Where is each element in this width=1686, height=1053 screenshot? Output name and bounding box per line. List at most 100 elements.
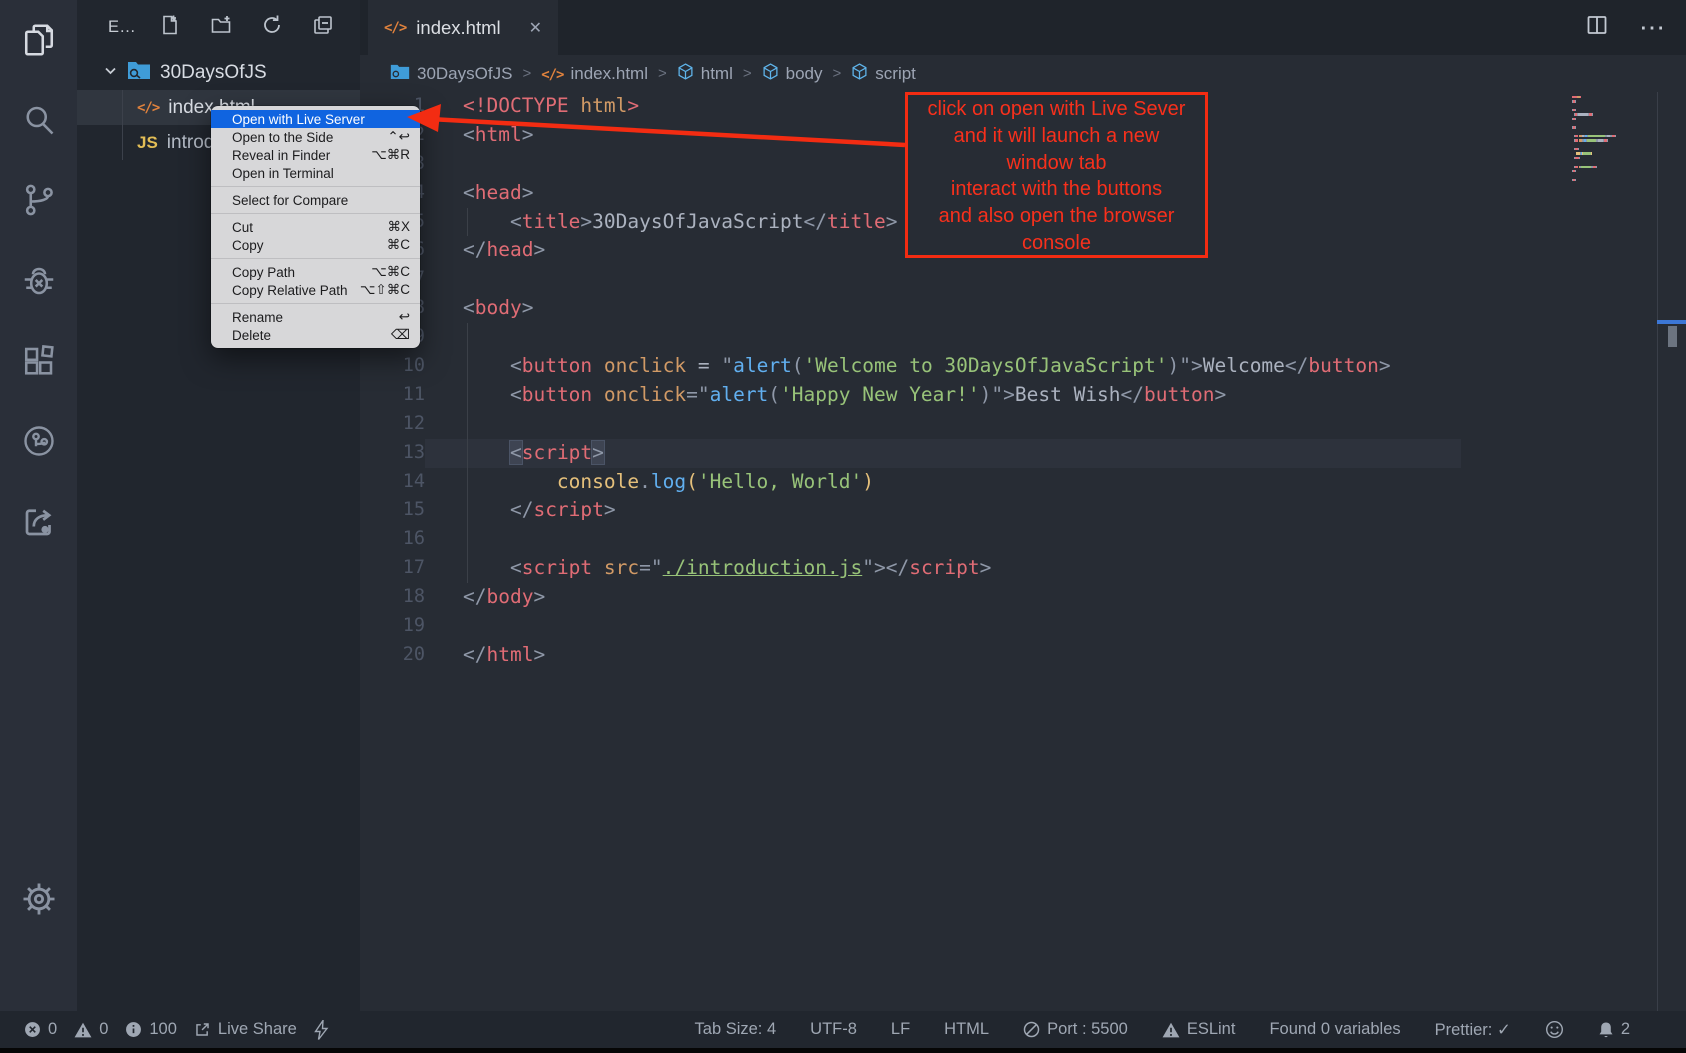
menu-item-shortcut: ↩	[399, 309, 410, 325]
code-line[interactable]: 17 <script src="./introduction.js"></scr…	[360, 554, 1686, 583]
context-menu-item[interactable]: Select for Compare	[211, 191, 420, 209]
code-text: console.log('Hello, World')	[425, 468, 874, 497]
breadcrumb-item[interactable]: body	[762, 63, 823, 85]
status-item-0[interactable]: 0	[74, 1020, 108, 1039]
menu-item-label: Cut	[232, 220, 253, 235]
breadcrumb-item[interactable]: script	[851, 63, 916, 85]
status-item-label: 2	[1621, 1020, 1630, 1039]
window-bottom-edge	[0, 1048, 1686, 1053]
line-number: 20	[360, 641, 425, 670]
split-editor-icon[interactable]	[1585, 13, 1609, 42]
smiley-icon	[1545, 1020, 1564, 1039]
code-text: <script>	[425, 439, 604, 468]
live-share-icon[interactable]	[0, 492, 77, 552]
breadcrumb-item[interactable]: html	[677, 63, 733, 85]
code-line[interactable]: 13 <script>	[360, 439, 1686, 468]
tab-index-html[interactable]: </> index.html ✕	[368, 0, 558, 55]
status-item-html[interactable]: HTML	[944, 1020, 989, 1039]
context-menu-item[interactable]: Copy Relative Path⌥⇧⌘C	[211, 281, 420, 299]
context-menu-item[interactable]: Open to the Side⌃↩	[211, 128, 420, 146]
code-line[interactable]: 7	[360, 265, 1686, 294]
settings-gear-icon[interactable]	[0, 869, 77, 929]
status-item-100[interactable]: 100	[125, 1020, 177, 1039]
line-number: 18	[360, 583, 425, 612]
context-menu-item[interactable]: Copy Path⌥⌘C	[211, 263, 420, 281]
status-item-found-0-variables[interactable]: Found 0 variables	[1269, 1020, 1400, 1039]
code-text: <!DOCTYPE html>	[425, 92, 639, 121]
status-item-port-5500[interactable]: Port : 5500	[1023, 1020, 1128, 1039]
code-line[interactable]: 15 </script>	[360, 496, 1686, 525]
gitlens-icon[interactable]	[0, 411, 77, 471]
breadcrumb-label: html	[701, 64, 733, 84]
context-menu-item[interactable]: Copy⌘C	[211, 236, 420, 254]
status-bar: 00 100 Live Share Tab Size: 4 UTF-8 LF HTML Po…	[0, 1011, 1686, 1048]
context-menu-item[interactable]: Reveal in Finder⌥⌘R	[211, 146, 420, 164]
info-icon	[125, 1021, 142, 1038]
status-item-label: Tab Size: 4	[695, 1020, 777, 1039]
status-item-label: LF	[891, 1020, 910, 1039]
context-menu-item[interactable]: Rename ↩	[211, 308, 420, 326]
code-text	[425, 265, 463, 294]
breadcrumb-item[interactable]: </>index.html	[541, 64, 648, 84]
tree-item-folder-root[interactable]: 30DaysOfJS	[77, 55, 360, 90]
code-line[interactable]: 12	[360, 410, 1686, 439]
overview-ruler-divider	[1657, 92, 1658, 1011]
explorer-header: E…	[77, 0, 360, 55]
status-item-0[interactable]: 0	[24, 1020, 57, 1039]
code-line[interactable]: 14 console.log('Hello, World')	[360, 468, 1686, 497]
status-item-eslint[interactable]: ESLint	[1162, 1020, 1236, 1039]
refresh-icon[interactable]	[261, 14, 283, 41]
bell-icon	[1598, 1021, 1614, 1039]
status-item-lf[interactable]: LF	[891, 1020, 910, 1039]
new-file-icon[interactable]	[159, 14, 181, 41]
source-control-icon[interactable]	[0, 170, 77, 230]
warning-icon	[1162, 1022, 1180, 1038]
status-item-prettier[interactable]: Prettier: ✓	[1435, 1020, 1511, 1040]
line-number: 15	[360, 496, 425, 525]
collapse-all-icon[interactable]	[312, 14, 334, 41]
indent-guide	[467, 525, 468, 554]
context-menu-item[interactable]: Open in Terminal	[211, 164, 420, 182]
context-menu-item[interactable]: Open with Live Server	[211, 110, 420, 128]
share-icon	[194, 1021, 211, 1038]
code-text	[425, 410, 463, 439]
status-item-2[interactable]: 2	[1598, 1020, 1630, 1039]
code-text: </script>	[425, 496, 616, 525]
code-line[interactable]: 11 <button onclick="alert('Happy New Yea…	[360, 381, 1686, 410]
status-item[interactable]	[1545, 1020, 1564, 1039]
code-line[interactable]: 20</html>	[360, 641, 1686, 670]
new-folder-icon[interactable]	[210, 14, 232, 41]
status-item-label: HTML	[944, 1020, 989, 1039]
extensions-icon[interactable]	[0, 331, 77, 391]
status-item-label: UTF-8	[810, 1020, 857, 1039]
code-line[interactable]: 8<body>	[360, 294, 1686, 323]
code-line[interactable]: 19	[360, 612, 1686, 641]
status-item-utf-8[interactable]: UTF-8	[810, 1020, 857, 1039]
more-actions-icon[interactable]: ⋯	[1639, 12, 1666, 43]
context-menu-item[interactable]: Delete⌫	[211, 326, 420, 344]
line-number: 17	[360, 554, 425, 583]
code-line[interactable]: 18</body>	[360, 583, 1686, 612]
menu-separator	[211, 258, 420, 259]
port-icon	[1023, 1021, 1040, 1038]
status-item-tab-size-4[interactable]: Tab Size: 4	[695, 1020, 777, 1039]
status-item[interactable]	[314, 1020, 329, 1040]
code-line[interactable]: 10 <button onclick = "alert('Welcome to …	[360, 352, 1686, 381]
status-item-label: 0	[48, 1020, 57, 1039]
menu-item-label: Copy Relative Path	[232, 283, 348, 298]
chevron-down-icon	[103, 63, 118, 83]
minimap[interactable]	[1572, 96, 1658, 183]
explorer-icon[interactable]	[0, 10, 77, 70]
menu-item-label: Rename	[232, 310, 283, 325]
context-menu-item[interactable]: Cut⌘X	[211, 218, 420, 236]
code-line[interactable]: 16	[360, 525, 1686, 554]
search-icon[interactable]	[0, 90, 77, 150]
breadcrumb-item[interactable]: 30DaysOfJS	[390, 63, 512, 85]
status-item-live-share[interactable]: Live Share	[194, 1020, 297, 1039]
status-item-label: Prettier: ✓	[1435, 1020, 1511, 1040]
code-line[interactable]: 9	[360, 323, 1686, 352]
menu-item-label: Open in Terminal	[232, 166, 334, 181]
run-debug-icon[interactable]	[0, 251, 77, 311]
close-tab-icon[interactable]: ✕	[529, 18, 542, 38]
vscode-window: 1<!DOCTYPE html>2<html>34<head>5 <title>…	[0, 0, 1686, 1053]
